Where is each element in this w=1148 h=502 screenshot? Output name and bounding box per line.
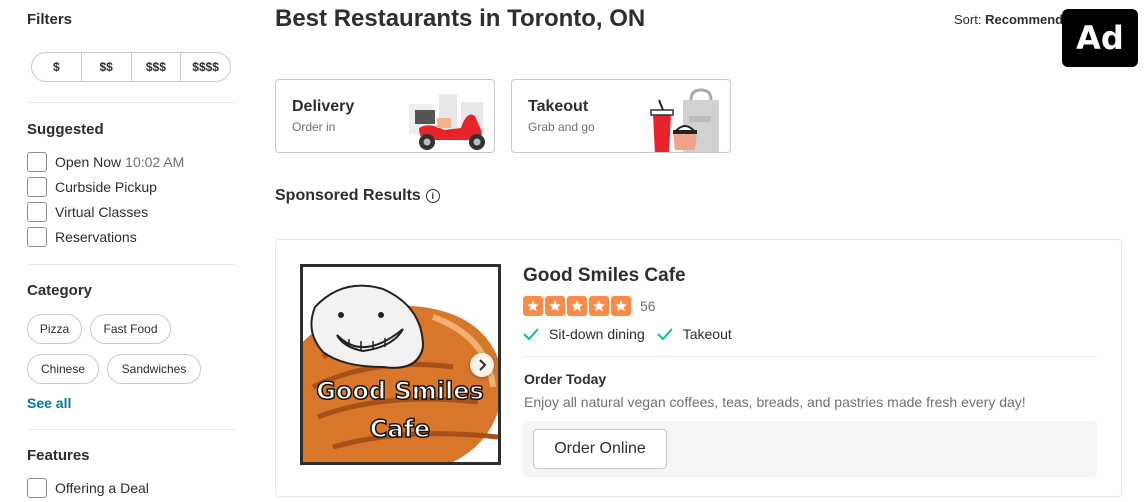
current-time: 10:02 AM [125, 154, 185, 170]
review-count[interactable]: 56 [640, 298, 656, 314]
category-title: Category [27, 282, 93, 299]
category-fast-food[interactable]: Fast Food [90, 314, 171, 344]
star-icon [567, 296, 587, 316]
price-filter-4[interactable]: $$$$ [181, 53, 230, 81]
page-title: Best Restaurants in Toronto, ON [275, 5, 646, 32]
checkbox[interactable] [27, 152, 47, 172]
filter-virtual-classes[interactable]: Virtual Classes [27, 202, 148, 222]
divider [523, 356, 1097, 357]
filter-reservations[interactable]: Reservations [27, 227, 137, 247]
filter-open-now[interactable]: Open Now 10:02 AM [27, 152, 184, 172]
filter-label: Virtual Classes [55, 204, 149, 220]
star-rating [523, 296, 631, 316]
checkbox[interactable] [27, 478, 47, 498]
delivery-subtitle: Order in [292, 120, 336, 134]
filter-label: Offering a Deal [55, 480, 149, 496]
checkbox[interactable] [27, 227, 47, 247]
amenity-item: Sit-down dining [523, 326, 645, 342]
price-filter-2[interactable]: $$ [82, 53, 132, 81]
chevron-right-icon [479, 359, 487, 371]
order-today-title: Order Today [524, 371, 607, 387]
filter-label: Reservations [55, 229, 137, 245]
divider [27, 429, 235, 430]
business-description: Enjoy all natural vegan coffees, teas, b… [524, 394, 1026, 410]
delivery-title: Delivery [292, 98, 355, 115]
photo-caption-line2: Cafe [370, 415, 431, 443]
price-filter-group: $ $$ $$$ $$$$ [31, 52, 231, 82]
sponsored-label: Sponsored Results [275, 187, 421, 204]
filters-title: Filters [27, 11, 73, 28]
business-name-link[interactable]: Good Smiles Cafe [523, 265, 686, 287]
order-box: Order Online [523, 421, 1097, 477]
amenity-label: Sit-down dining [549, 326, 645, 342]
checkbox[interactable] [27, 202, 47, 222]
filter-offering-a-deal[interactable]: Offering a Deal [27, 478, 149, 498]
takeout-bag-icon [650, 88, 719, 152]
sort-label: Sort: [954, 12, 982, 27]
business-photo[interactable]: Good Smiles Cafe [300, 264, 501, 465]
takeout-title: Takeout [528, 98, 589, 115]
amenities-list: Sit-down dining Takeout [523, 326, 736, 342]
category-pizza[interactable]: Pizza [27, 314, 82, 344]
takeout-card[interactable]: Takeout Grab and go [511, 79, 731, 153]
checkbox[interactable] [27, 177, 47, 197]
price-filter-3[interactable]: $$$ [132, 53, 182, 81]
takeout-subtitle: Grab and go [528, 120, 595, 134]
sort-dropdown[interactable]: Sort: Recommended [954, 12, 1078, 27]
business-card: Good Smiles Cafe Good Smiles Cafe 56 Sit… [275, 239, 1122, 497]
info-icon[interactable]: i [425, 189, 440, 203]
croissant-photo-image: Good Smiles Cafe [303, 267, 498, 462]
checkmark-icon [657, 328, 673, 341]
divider [27, 102, 235, 103]
suggested-title: Suggested [27, 121, 104, 138]
features-title: Features [27, 447, 90, 464]
see-all-categories-link[interactable]: See all [27, 395, 71, 411]
filter-label: Open Now [55, 154, 122, 170]
category-sandwiches[interactable]: Sandwiches [107, 354, 201, 384]
filter-label: Curbside Pickup [55, 179, 157, 195]
delivery-scooter-icon [409, 94, 485, 150]
order-online-button[interactable]: Order Online [533, 429, 667, 469]
checkmark-icon [523, 328, 539, 341]
next-photo-button[interactable] [470, 353, 494, 377]
divider [27, 264, 235, 265]
price-filter-1[interactable]: $ [32, 53, 82, 81]
star-icon [545, 296, 565, 316]
star-icon [523, 296, 543, 316]
amenity-label: Takeout [682, 326, 732, 342]
amenity-item: Takeout [657, 326, 732, 342]
sponsored-results-heading: Sponsored Results i [275, 187, 440, 205]
ad-badge: Ad [1062, 9, 1138, 67]
star-icon [611, 296, 631, 316]
delivery-card[interactable]: Delivery Order in [275, 79, 495, 153]
star-icon [589, 296, 609, 316]
photo-caption-line1: Good Smiles [316, 377, 484, 405]
category-chinese[interactable]: Chinese [27, 354, 99, 384]
filter-curbside-pickup[interactable]: Curbside Pickup [27, 177, 157, 197]
